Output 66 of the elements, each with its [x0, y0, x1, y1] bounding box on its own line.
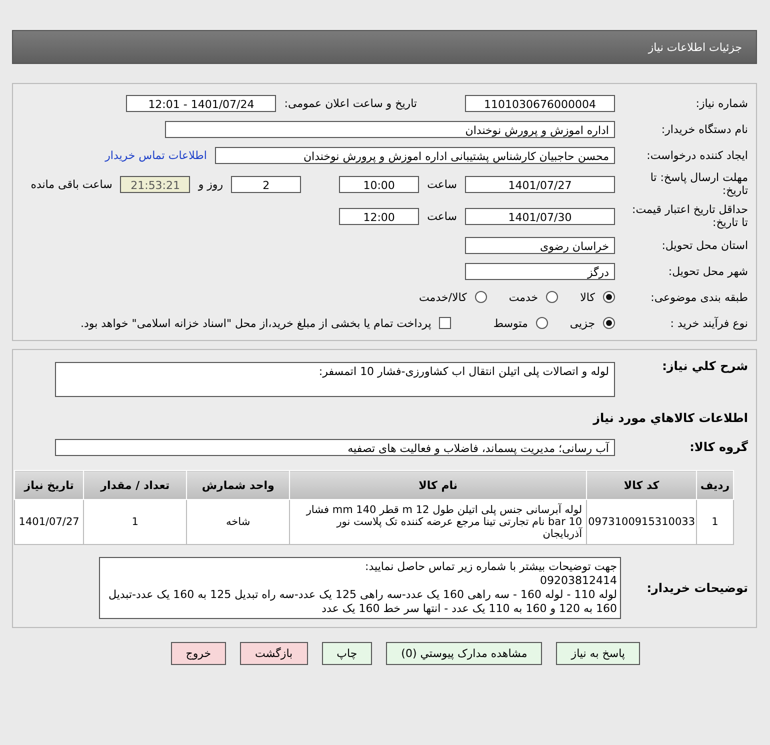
table-cell: شاخه: [186, 500, 290, 544]
text-field[interactable]: خراسان رضوی: [465, 236, 615, 254]
notes-text: جهت توضیحات بیشتر با شماره زیر تماس حاصل نمایید:: [364, 560, 617, 574]
field-label: شهر محل تحویل:: [667, 264, 748, 278]
radio-button[interactable]: [536, 317, 548, 329]
table-cell: 1: [84, 500, 187, 544]
column-header: کد کالا: [586, 470, 696, 500]
page-title: جزئیات اطلاعات نیاز: [648, 40, 742, 54]
field-label: گروه کالا:: [688, 439, 748, 455]
field-label: استان محل تحویل:: [660, 238, 748, 252]
field-label: ساعت: [427, 210, 457, 222]
radio-button[interactable]: [603, 291, 615, 303]
radio-label: کالا: [580, 290, 595, 304]
section-title: اطلاعات کالاهاي مورد نیاز: [593, 410, 748, 426]
text-field[interactable]: 1401/07/30: [465, 208, 615, 224]
text-field[interactable]: درگز: [465, 262, 615, 280]
radio-label: جزیی: [570, 316, 595, 330]
text-field[interactable]: آب رسانی؛ مدیریت پسماند، فاضلاب و فعالیت های تصفیه: [55, 438, 615, 456]
field-label: نام دستگاه خریدار:: [660, 122, 748, 136]
field-label: شرح کلي نیاز:: [661, 358, 748, 374]
text-field[interactable]: 12:00: [339, 208, 420, 224]
radio-label: خدمت: [508, 290, 538, 304]
action-button[interactable]: چاپ: [322, 642, 372, 665]
action-button[interactable]: خروج: [170, 642, 226, 665]
field-label: شماره نیاز:: [694, 96, 748, 110]
notes-text: 09203812414: [539, 574, 617, 588]
countdown-field[interactable]: 21:53:21: [120, 176, 190, 192]
action-button[interactable]: مشاهده مدارک پیوستي (0): [386, 642, 542, 665]
field-label: ایجاد کننده درخواست:: [646, 148, 748, 162]
contact-link[interactable]: اطلاعات تماس خریدار: [105, 148, 207, 162]
table-cell: لوله آبرسانی جنس پلی اتیلن طول m 12 قطر mm 140 فشار bar 10 نام تجارتی تینا مرجع عرضه کننده تک پلاست نور آذربایجان: [290, 500, 587, 544]
action-button[interactable]: بازگشت: [240, 642, 308, 665]
radio-button[interactable]: [474, 291, 487, 303]
column-header: تعداد / مقدار: [84, 470, 187, 500]
field-label: حداقل تاریخ اعتبار قیمت: تا تاریخ:: [631, 203, 748, 229]
text-field[interactable]: 1101030676000004: [465, 94, 615, 112]
field-label: روز و: [198, 178, 224, 190]
field-label: ساعت: [427, 178, 457, 190]
text-field[interactable]: محسن حاجبیان کارشناس پشتیبانی اداره اموزش و پرورش نوخندان: [215, 146, 615, 164]
field-label: تاریخ و ساعت اعلان عمومی:: [284, 96, 417, 110]
table-cell: 0973100915310033: [586, 500, 696, 544]
description-box: لوله و اتصالات پلی اتیلن انتقال اب کشاورزی-فشار 10 اتمسفر:: [55, 362, 615, 397]
field-label: توضیحات خریدار:: [646, 580, 748, 596]
table-cell: 1401/07/27: [14, 500, 84, 544]
text-field[interactable]: اداره اموزش و پرورش نوخندان: [165, 120, 615, 138]
field-label: مهلت ارسال پاسخ: تا تاریخ:: [649, 171, 748, 197]
radio-button[interactable]: [546, 291, 558, 303]
column-header: تاریخ نیاز: [14, 470, 84, 500]
column-header: نام کالا: [290, 470, 587, 500]
text-field[interactable]: 1401/07/27: [465, 176, 615, 192]
text-field[interactable]: 1401/07/24 - 12:01: [126, 94, 276, 112]
action-button[interactable]: پاسخ به نیاز: [556, 642, 640, 665]
radio-label: کالا/خدمت: [419, 290, 467, 304]
field-label: نوع فرآیند خرید :: [669, 316, 748, 330]
column-header: واحد شمارش: [186, 470, 290, 500]
radio-label: متوسط: [493, 316, 528, 330]
checkbox-label: پرداخت تمام یا بخشی از مبلغ خرید،از محل "اسناد خزانه اسلامی" خواهد بود.: [80, 316, 432, 330]
field-label: ساعت باقی مانده: [30, 178, 112, 190]
text-field[interactable]: 10:00: [339, 176, 420, 192]
text-field[interactable]: 2: [231, 176, 302, 192]
table-cell: 1: [696, 500, 734, 544]
column-header: ردیف: [696, 470, 734, 500]
radio-button[interactable]: [603, 317, 615, 329]
checkbox[interactable]: [439, 317, 452, 329]
field-label: طبقه بندی موضوعی:: [650, 290, 748, 304]
notes-text: لوله 110 - لوله 160 - سه راهی 160 یک عدد-سه راهی 125 یک عدد-سه راه تبدیل 125 به 160 یک عدد-تبدیل 160 به 120 و 160 به 110 یک عدد - انتها سر خط 160 یک عدد: [107, 588, 617, 616]
